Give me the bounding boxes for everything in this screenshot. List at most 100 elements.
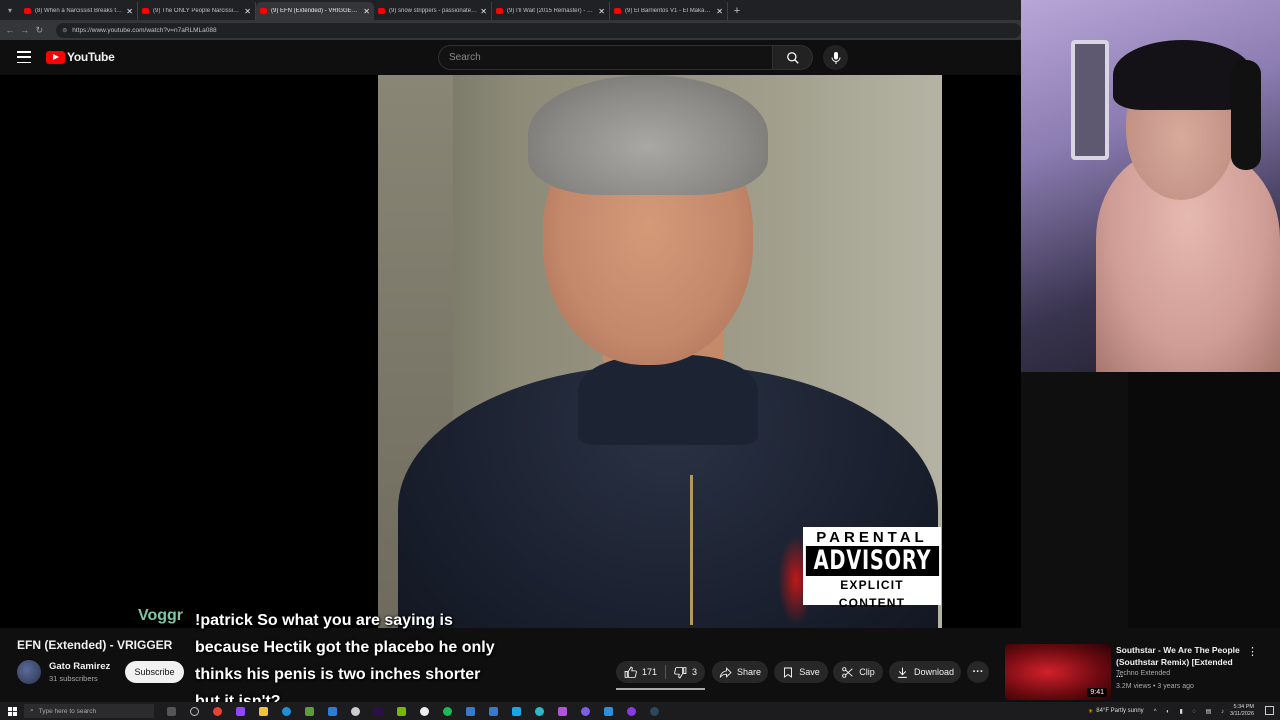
address-bar: ← → ↻ ⊜ https://www.youtube.com/watch?v=… xyxy=(0,20,1021,40)
minecraft-icon[interactable] xyxy=(301,705,318,717)
thumbs-down-icon xyxy=(674,666,687,678)
sheets-icon[interactable] xyxy=(600,705,617,717)
spotify-icon[interactable] xyxy=(439,705,456,717)
twitch-icon[interactable] xyxy=(232,705,249,717)
browser-icon[interactable] xyxy=(531,705,548,717)
search-input[interactable]: Search xyxy=(438,45,773,70)
video-player[interactable]: PARENTAL ADVISORY EXPLICIT CONTENT xyxy=(0,75,1021,628)
streamlabs-icon[interactable] xyxy=(347,705,364,717)
recommended-channel[interactable]: Techno Extended xyxy=(1116,670,1170,677)
weather-text[interactable]: 84°F Partly sunny xyxy=(1096,708,1143,714)
close-tab-icon[interactable]: ✕ xyxy=(244,7,251,16)
browser-tab-strip: ▾ (8) When a Narcissist Breaks the ... ✕… xyxy=(0,0,1021,20)
browser-tab[interactable]: (9) The ONLY People Narcissists St... ✕ xyxy=(138,2,256,20)
github-icon[interactable] xyxy=(416,705,433,717)
youtube-logo[interactable]: YouTube xyxy=(46,50,115,64)
close-tab-icon[interactable]: ✕ xyxy=(480,7,487,16)
share-button[interactable]: Share xyxy=(712,661,768,683)
download-label: Download xyxy=(913,667,955,677)
windows-logo-icon xyxy=(7,706,17,716)
browser-tab-active[interactable]: (9) EFN (Extended) - VRIGGER - Yo... ✕ xyxy=(256,2,374,20)
reload-icon[interactable]: ↻ xyxy=(34,25,46,36)
taskbar-clock[interactable]: 5:34 PM 3/11/2026 xyxy=(1230,704,1254,718)
share-label: Share xyxy=(736,667,762,677)
download-icon xyxy=(898,667,907,678)
video-person-hair xyxy=(528,75,768,195)
url-text: https://www.youtube.com/watch?v=n7aRLMLa… xyxy=(72,26,217,34)
figma-icon[interactable] xyxy=(508,705,525,717)
download-button[interactable]: Download xyxy=(889,661,961,683)
video-person-collar xyxy=(578,355,758,445)
recommended-meta: 3.2M views • 3 years ago xyxy=(1116,683,1194,690)
chat-message: !patrick So what you are saying is becau… xyxy=(195,612,495,710)
file-explorer-icon[interactable] xyxy=(255,705,272,717)
messenger-icon[interactable] xyxy=(577,705,594,717)
tab-title: (9) El Barrientos V1 - El Makabelic... xyxy=(625,8,714,14)
recommended-duration: 9:41 xyxy=(1087,688,1107,697)
close-tab-icon[interactable]: ✕ xyxy=(716,7,723,16)
advisory-middle-text: ADVISORY xyxy=(805,546,939,576)
youtube-logo-text: YouTube xyxy=(67,50,115,64)
start-button[interactable] xyxy=(0,706,24,716)
browser-tab[interactable]: (9) El Barrientos V1 - El Makabelic... ✕ xyxy=(610,2,728,20)
side-dark-panel xyxy=(1128,372,1280,628)
screen: ▾ (8) When a Narcissist Breaks the ... ✕… xyxy=(0,0,1280,720)
browser-tab[interactable]: (9) I'll Wait (2015 Remaster) - YouT... … xyxy=(492,2,610,20)
save-button[interactable]: Save xyxy=(774,661,828,683)
browser-tab[interactable]: (8) When a Narcissist Breaks the ... ✕ xyxy=(20,2,138,20)
site-info-icon[interactable]: ⊜ xyxy=(62,27,67,34)
new-tab-icon[interactable]: + xyxy=(728,2,746,20)
edge-icon[interactable] xyxy=(278,705,295,717)
youtube-favicon-icon xyxy=(260,8,267,14)
browser-tab[interactable]: (9) snow strippers - passionate hi... ✕ xyxy=(374,2,492,20)
dislike-button[interactable]: 3 xyxy=(666,661,705,683)
channel-avatar[interactable] xyxy=(17,660,41,684)
like-button[interactable]: 171 xyxy=(616,661,665,683)
youtube-favicon-icon xyxy=(142,8,149,14)
recommended-thumbnail[interactable]: 9:41 xyxy=(1005,644,1111,700)
video-frame[interactable]: PARENTAL ADVISORY EXPLICIT CONTENT xyxy=(378,75,942,628)
subscribe-button[interactable]: Subscribe xyxy=(125,661,184,683)
channel-name[interactable]: Gato Ramirez xyxy=(49,661,110,672)
menu-icon[interactable] xyxy=(17,51,31,63)
premiere-icon[interactable] xyxy=(370,705,387,717)
task-view-icon[interactable] xyxy=(163,705,180,717)
obs-icon[interactable] xyxy=(186,705,203,717)
voice-search-button[interactable] xyxy=(823,45,848,70)
close-tab-icon[interactable]: ✕ xyxy=(598,7,605,16)
channel-subscriber-count: 31 subscribers xyxy=(49,674,98,683)
save-label: Save xyxy=(799,667,820,677)
close-tab-icon[interactable]: ✕ xyxy=(126,7,133,16)
windows-taskbar: ⌕ Type here to search ☀ 84°F Partly sunn… xyxy=(0,702,1280,720)
search-placeholder: Search xyxy=(449,52,481,63)
chrome-icon[interactable] xyxy=(209,705,226,717)
forward-icon[interactable]: → xyxy=(19,25,31,35)
recommended-menu-icon[interactable]: ⋮ xyxy=(1247,645,1258,658)
like-count: 171 xyxy=(642,667,658,677)
video-title: EFN (Extended) - VRIGGER xyxy=(17,638,173,652)
close-tab-icon[interactable]: ✕ xyxy=(363,7,370,16)
notification-icon[interactable] xyxy=(1265,706,1274,715)
tab-search-icon[interactable]: ▾ xyxy=(0,0,20,20)
more-actions-icon[interactable]: ··· xyxy=(967,661,989,683)
taskbar-search-placeholder: Type here to search xyxy=(38,707,97,715)
calendar-icon[interactable] xyxy=(485,705,502,717)
back-icon[interactable]: ← xyxy=(4,25,16,35)
photo-app-icon[interactable] xyxy=(554,705,571,717)
taskbar-search-field[interactable]: ⌕ Type here to search xyxy=(24,704,154,718)
chat-username: Voggr xyxy=(138,607,184,624)
url-field[interactable]: ⊜ https://www.youtube.com/watch?v=n7aRLM… xyxy=(56,22,1021,38)
nvidia-icon[interactable] xyxy=(393,705,410,717)
clip-button[interactable]: Clip xyxy=(833,661,883,683)
store-icon[interactable] xyxy=(324,705,341,717)
advisory-bottom-text: EXPLICIT CONTENT xyxy=(838,578,906,610)
share-icon xyxy=(719,666,732,678)
like-dislike-group: 171 3 xyxy=(616,661,705,683)
notes-icon[interactable] xyxy=(462,705,479,717)
media-icon[interactable] xyxy=(623,705,640,717)
search-icon xyxy=(786,51,799,64)
parental-advisory-label: PARENTAL ADVISORY EXPLICIT CONTENT xyxy=(803,527,941,610)
tray-icons[interactable]: ^ ◐ ▮ ◌ ▤ ♪ xyxy=(1154,708,1228,715)
search-button[interactable] xyxy=(773,45,813,70)
steam-icon[interactable] xyxy=(646,705,663,717)
